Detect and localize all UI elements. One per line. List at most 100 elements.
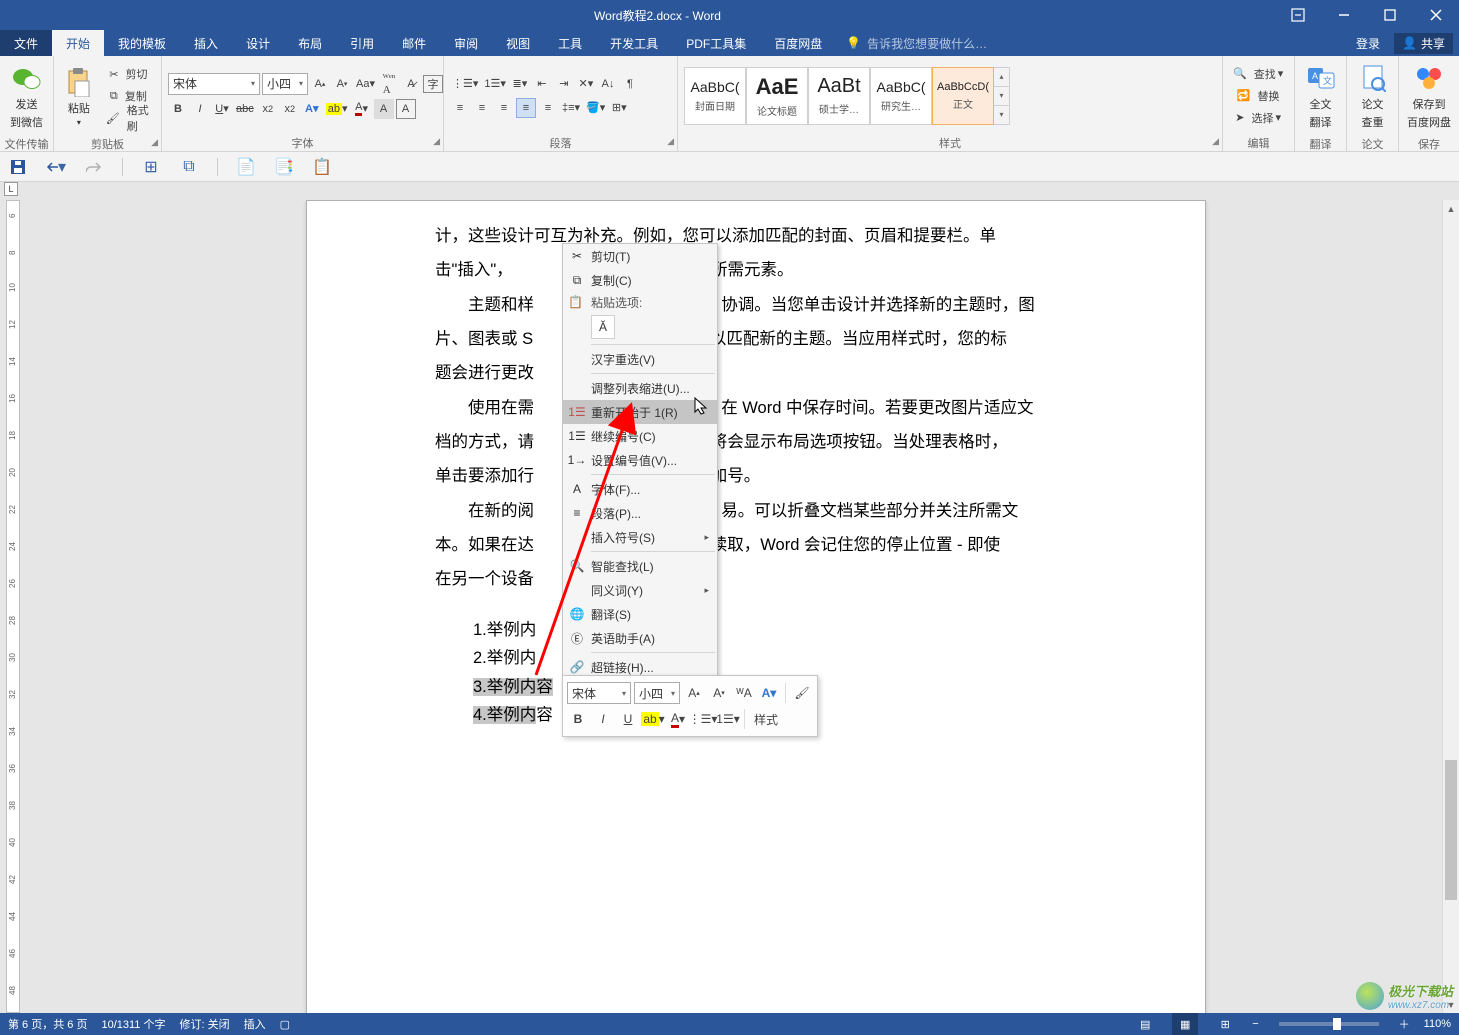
strikethrough-button[interactable]: abc <box>234 99 256 119</box>
scroll-up-arrow[interactable]: ▲ <box>1443 200 1459 217</box>
undo-button[interactable]: ▾ <box>46 157 66 177</box>
font-size-combo[interactable]: 小四▾ <box>262 73 308 95</box>
sort-button[interactable]: A↓ <box>598 74 618 94</box>
bold-button[interactable]: B <box>168 99 188 119</box>
view-read-mode[interactable]: ▤ <box>1132 1013 1158 1035</box>
status-macro-icon[interactable]: ▢ <box>280 1018 290 1031</box>
save-to-baidu-button[interactable]: 保存到百度网盘 <box>1405 60 1453 132</box>
mini-bullets[interactable]: ⋮☰▾ <box>692 708 714 730</box>
line-spacing-button[interactable]: ‡≡▾ <box>560 98 582 118</box>
text-effects-button[interactable]: A▾ <box>302 99 322 119</box>
tab-file[interactable]: 文件 <box>0 30 52 56</box>
login-button[interactable]: 登录 <box>1356 35 1380 52</box>
align-center-button[interactable]: ≡ <box>472 98 492 118</box>
qat-btn-5[interactable]: 📋 <box>312 157 332 177</box>
enclose-characters-button[interactable]: 字 <box>423 75 443 93</box>
ctx-synonyms[interactable]: 同义词(Y)▸ <box>563 578 717 602</box>
paragraph-dialog-launcher[interactable]: ◢ <box>667 136 674 147</box>
styles-scroll[interactable]: ▴▾▾ <box>994 67 1010 125</box>
asian-layout-button[interactable]: ✕▾ <box>576 74 596 94</box>
mini-format-painter[interactable]: 🖌 <box>791 682 813 704</box>
ctx-set-numbering-value[interactable]: 1→设置编号值(V)... <box>563 448 717 472</box>
decrease-indent-button[interactable]: ⇤ <box>532 74 552 94</box>
ctx-paragraph[interactable]: ≡段落(P)... <box>563 501 717 525</box>
ctx-font[interactable]: A字体(F)... <box>563 477 717 501</box>
style-normal[interactable]: AaBbCcD(正文 <box>932 67 994 125</box>
tab-design[interactable]: 设计 <box>232 30 284 56</box>
clear-formatting-button[interactable]: A̷ <box>401 74 421 94</box>
mini-text-effects[interactable]: A▾ <box>758 682 780 704</box>
font-dialog-launcher[interactable]: ◢ <box>433 136 440 147</box>
ctx-smart-lookup[interactable]: 🔍智能查找(L) <box>563 554 717 578</box>
style-cover-date[interactable]: AaBbC(封面日期 <box>684 67 746 125</box>
mini-bold[interactable]: B <box>567 708 589 730</box>
mini-shrink-font[interactable]: A▾ <box>708 682 730 704</box>
highlight-button[interactable]: ab▾ <box>324 99 350 119</box>
ctx-restart-at-1[interactable]: 1☰重新开始于 1(R) <box>563 400 717 424</box>
ctx-continue-numbering[interactable]: 1☰继续编号(C) <box>563 424 717 448</box>
font-name-combo[interactable]: 宋体▾ <box>168 73 260 95</box>
ctx-cut[interactable]: ✂剪切(T) <box>563 244 717 268</box>
phonetic-guide-button[interactable]: ᵂᵉⁿA <box>379 74 399 94</box>
shrink-font-button[interactable]: A▾ <box>332 74 352 94</box>
full-translate-button[interactable]: A文 全文翻译 <box>1301 60 1340 132</box>
save-button[interactable] <box>8 157 28 177</box>
tab-view[interactable]: 视图 <box>492 30 544 56</box>
status-revision[interactable]: 修订: 关闭 <box>179 1016 229 1032</box>
vertical-scrollbar[interactable]: ▲ ▼ <box>1442 200 1459 1013</box>
scroll-thumb[interactable] <box>1445 760 1457 900</box>
character-border-button[interactable]: A <box>396 99 416 119</box>
ctx-paste-option-keep-text[interactable]: Ă <box>563 312 717 342</box>
styles-dialog-launcher[interactable]: ◢ <box>1212 136 1219 147</box>
multilevel-list-button[interactable]: ≣▾ <box>510 74 530 94</box>
mini-underline[interactable]: U <box>617 708 639 730</box>
tab-selector[interactable]: L <box>4 182 18 196</box>
mini-numbering[interactable]: 1☰▾ <box>717 708 739 730</box>
tab-review[interactable]: 审阅 <box>440 30 492 56</box>
clipboard-dialog-launcher[interactable]: ◢ <box>151 137 158 148</box>
grow-font-button[interactable]: A▴ <box>310 74 330 94</box>
style-master[interactable]: AaBt硕士学… <box>808 67 870 125</box>
font-color-button[interactable]: A▾ <box>352 99 372 119</box>
minimize-icon[interactable] <box>1321 0 1367 30</box>
share-button[interactable]: 👤 共享 <box>1394 33 1453 54</box>
tab-baidudisk[interactable]: 百度网盘 <box>760 30 836 56</box>
mini-italic[interactable]: I <box>592 708 614 730</box>
status-insert-mode[interactable]: 插入 <box>244 1016 266 1032</box>
distributed-button[interactable]: ≡ <box>538 98 558 118</box>
ctx-hanzi-reselect[interactable]: 汉字重选(V) <box>563 347 717 371</box>
underline-button[interactable]: U▾ <box>212 99 232 119</box>
ctx-adjust-list-indent[interactable]: 调整列表缩进(U)... <box>563 376 717 400</box>
replace-button[interactable]: 🔁 替换 <box>1229 86 1287 106</box>
find-button[interactable]: 🔍 查找▾ <box>1229 64 1287 84</box>
ctx-insert-symbol[interactable]: 插入符号(S)▸ <box>563 525 717 549</box>
subscript-button[interactable]: x2 <box>258 99 278 119</box>
mini-font-size-combo[interactable]: 小四▾ <box>634 682 680 704</box>
show-marks-button[interactable]: ¶ <box>620 74 640 94</box>
zoom-slider[interactable] <box>1279 1022 1379 1026</box>
change-case-button[interactable]: Aa▾ <box>354 74 377 94</box>
paper-check-button[interactable]: 论文查重 <box>1353 60 1392 132</box>
maximize-icon[interactable] <box>1367 0 1413 30</box>
borders-button[interactable]: ⊞▾ <box>609 98 629 118</box>
increase-indent-button[interactable]: ⇥ <box>554 74 574 94</box>
justify-button[interactable]: ≡ <box>516 98 536 118</box>
tab-pdftools[interactable]: PDF工具集 <box>672 30 760 56</box>
zoom-out[interactable]: − <box>1252 1018 1258 1030</box>
mini-font-name-combo[interactable]: 宋体▾ <box>567 682 631 704</box>
status-page[interactable]: 第 6 页，共 6 页 <box>8 1016 87 1032</box>
mini-highlight[interactable]: ab▾ <box>642 708 664 730</box>
tab-references[interactable]: 引用 <box>336 30 388 56</box>
qat-btn-2[interactable]: ⧉ <box>179 157 199 177</box>
status-word-count[interactable]: 10/1311 个字 <box>101 1016 165 1032</box>
tab-insert[interactable]: 插入 <box>180 30 232 56</box>
qat-btn-4[interactable]: 📑 <box>274 157 294 177</box>
redo-button[interactable] <box>84 157 104 177</box>
mini-phonetic[interactable]: ᵂA <box>733 682 755 704</box>
tab-mailings[interactable]: 邮件 <box>388 30 440 56</box>
cut-button[interactable]: ✂ 剪切 <box>102 64 155 84</box>
align-left-button[interactable]: ≡ <box>450 98 470 118</box>
align-right-button[interactable]: ≡ <box>494 98 514 118</box>
qat-btn-3[interactable]: 📄 <box>236 157 256 177</box>
italic-button[interactable]: I <box>190 99 210 119</box>
